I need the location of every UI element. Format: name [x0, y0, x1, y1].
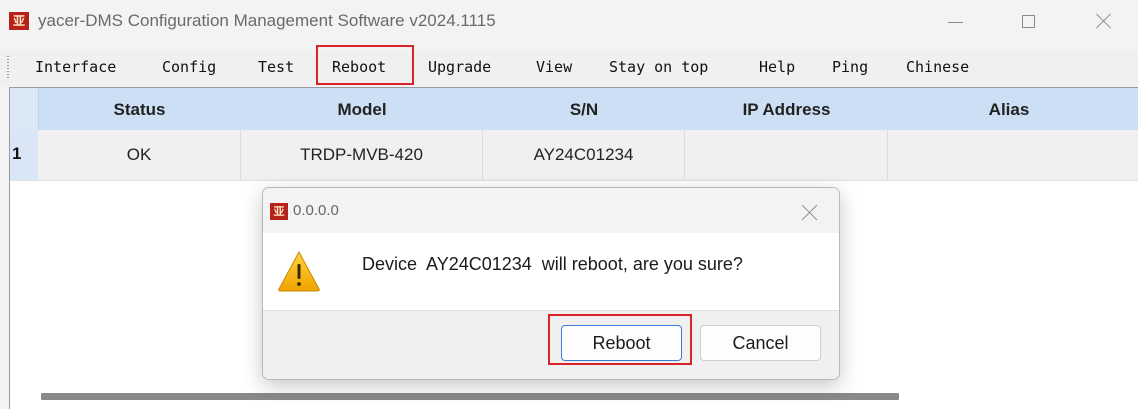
- grid-corner[interactable]: [10, 88, 39, 130]
- column-header-ip-address[interactable]: IP Address: [685, 100, 888, 120]
- menu-config[interactable]: Config: [162, 58, 216, 76]
- cancel-button[interactable]: Cancel: [700, 325, 821, 361]
- dialog-close-icon[interactable]: [799, 202, 821, 224]
- menu-view[interactable]: View: [536, 58, 572, 76]
- close-icon[interactable]: [1080, 4, 1126, 38]
- grid-header: Status Model S/N IP Address Alias: [10, 88, 1138, 130]
- warning-icon: [278, 250, 320, 292]
- reboot-menu-highlight-box: [316, 45, 414, 85]
- dialog-title-bar: 亚 0.0.0.0: [263, 188, 839, 233]
- menu-help[interactable]: Help: [759, 58, 795, 76]
- menu-upgrade[interactable]: Upgrade: [428, 58, 491, 76]
- menu-chinese[interactable]: Chinese: [906, 58, 969, 76]
- table-row[interactable]: 1 OK TRDP-MVB-420 AY24C01234: [10, 130, 1138, 181]
- minimize-icon[interactable]: [933, 4, 979, 38]
- cell-status[interactable]: OK: [38, 130, 241, 180]
- maximize-icon[interactable]: [1006, 4, 1052, 38]
- menu-ping[interactable]: Ping: [832, 58, 868, 76]
- menu-stay-on-top[interactable]: Stay on top: [609, 58, 708, 76]
- dialog-body: Device AY24C01234 will reboot, are you s…: [263, 233, 839, 310]
- column-header-sn[interactable]: S/N: [483, 100, 685, 120]
- cell-model[interactable]: TRDP-MVB-420: [241, 130, 483, 180]
- dialog-message: Device AY24C01234 will reboot, are you s…: [362, 254, 743, 274]
- window-title: yacer-DMS Configuration Management Softw…: [38, 11, 496, 30]
- menu-interface[interactable]: Interface: [35, 58, 116, 76]
- dialog-app-icon: 亚: [270, 203, 288, 220]
- app-logo-icon: 亚: [9, 12, 29, 30]
- cell-sn[interactable]: AY24C01234: [483, 130, 685, 180]
- dialog-title: 0.0.0.0: [293, 202, 339, 219]
- row-index: 1: [12, 144, 22, 163]
- horizontal-scrollbar[interactable]: [41, 393, 899, 400]
- row-header[interactable]: 1: [10, 130, 38, 180]
- title-bar: 亚 yacer-DMS Configuration Management Sof…: [0, 0, 1138, 44]
- column-header-status[interactable]: Status: [38, 100, 241, 120]
- reboot-button-highlight-box: [548, 314, 692, 365]
- column-header-model[interactable]: Model: [241, 100, 483, 120]
- menu-test[interactable]: Test: [258, 58, 294, 76]
- cell-ip-address[interactable]: [685, 130, 888, 180]
- menu-bar: Interface Config Test Reboot Upgrade Vie…: [0, 50, 1138, 86]
- toolbar-grip-icon[interactable]: [7, 56, 9, 80]
- cell-alias[interactable]: [888, 130, 1138, 180]
- column-header-alias[interactable]: Alias: [888, 100, 1130, 120]
